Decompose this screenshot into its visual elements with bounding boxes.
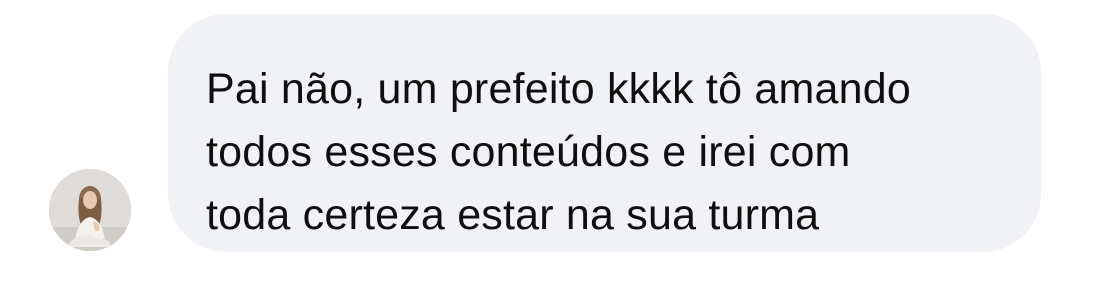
message-text: Pai não, um prefeito kkkk tô amando todo… bbox=[206, 65, 911, 239]
message-thread: Pai não, um prefeito kkkk tô amando todo… bbox=[0, 0, 1107, 282]
message-bubble[interactable]: Pai não, um prefeito kkkk tô amando todo… bbox=[168, 14, 1041, 252]
sender-avatar[interactable] bbox=[49, 169, 131, 251]
profile-photo-icon bbox=[49, 169, 131, 251]
